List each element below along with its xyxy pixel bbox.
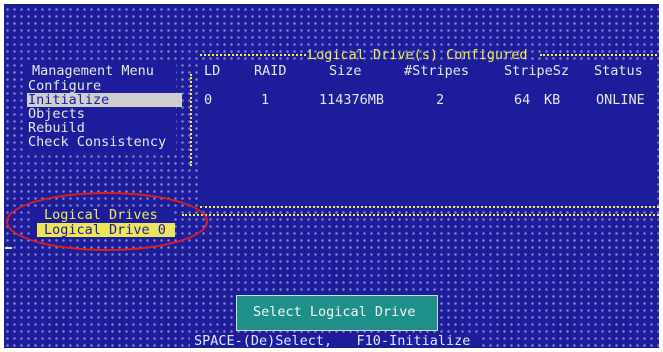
menu-item-check-consistency[interactable]: Check Consistency (28, 135, 166, 150)
annotation-circle (6, 192, 208, 251)
panel-top-border (200, 54, 306, 56)
cell-stripesz-value: 64 (514, 92, 531, 108)
column-header-stripesz: StripeSz (504, 63, 570, 79)
cell-ld: 0 (204, 92, 213, 108)
panel-top-border (540, 54, 657, 56)
bios-screen: Logical Drive(s) Configured LD RAID Size… (4, 4, 659, 348)
column-header-stripes: #Stripes (404, 63, 470, 79)
column-header-status: Status (594, 63, 643, 79)
panel-title: Logical Drive(s) Configured (308, 47, 528, 63)
status-bar-text: SPACE-(De)Select, F10-Initialize (194, 333, 471, 349)
cell-stripesz-unit: KB (544, 92, 561, 108)
panel-left-border (190, 74, 192, 166)
cell-raid: 1 (261, 92, 270, 108)
cell-stripes: 2 (436, 92, 445, 108)
logical-drives-divider (182, 214, 659, 216)
text-cursor (5, 247, 12, 249)
panel-bottom-border (200, 206, 659, 208)
column-header-ld: LD (204, 63, 221, 79)
cell-status: ONLINE (596, 92, 645, 108)
select-logical-drive-dialog: Select Logical Drive (236, 295, 438, 331)
column-header-raid: RAID (254, 63, 287, 79)
select-logical-drive-label: Select Logical Drive (253, 304, 416, 320)
management-menu-title: Management Menu (32, 63, 154, 79)
column-header-size: Size (329, 63, 362, 79)
cell-size: 114376MB (319, 92, 385, 108)
